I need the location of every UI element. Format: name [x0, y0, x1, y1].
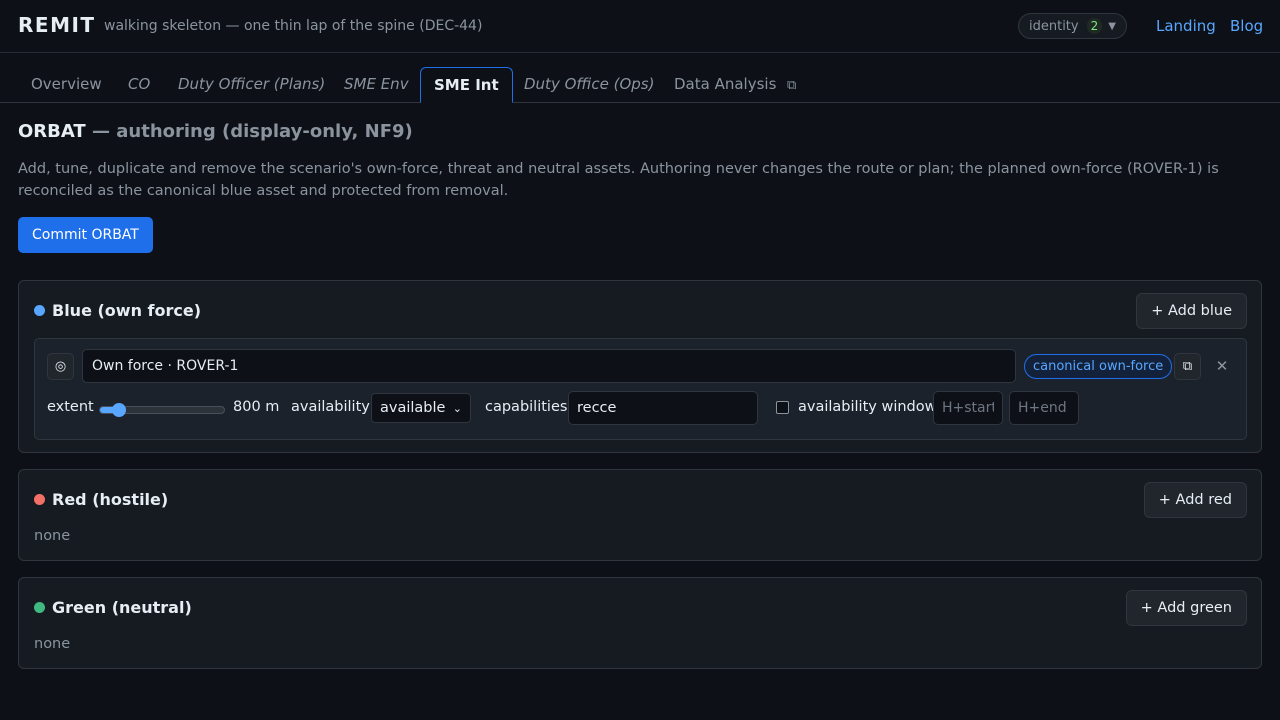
chevron-down-icon: ▼ [1108, 20, 1116, 32]
identity-menu[interactable]: identity 2 ▼ [1018, 13, 1127, 39]
identity-count-badge: 2 [1086, 18, 1103, 34]
duplicate-icon[interactable]: ⧉ [1174, 353, 1201, 380]
capabilities-input[interactable] [568, 391, 758, 425]
red-dot-icon [34, 494, 45, 505]
extent-label: extent [47, 399, 94, 415]
page-title: ORBAT — authoring (display-only, NF9) [18, 121, 413, 142]
blue-panel-title: Blue (own force) [34, 301, 201, 320]
red-panel-title-text: Red (hostile) [52, 490, 169, 509]
blue-panel-title-text: Blue (own force) [52, 301, 202, 320]
canonical-badge: canonical own-force [1024, 354, 1173, 379]
green-panel-title-text: Green (neutral) [52, 598, 192, 617]
close-icon[interactable]: ✕ [1208, 352, 1236, 380]
blue-dot-icon [34, 305, 45, 316]
tab-sme-env[interactable]: SME Env [331, 67, 422, 103]
green-panel: Green (neutral) + Add green none [18, 577, 1262, 669]
extent-slider-thumb[interactable] [111, 403, 126, 417]
green-dot-icon [34, 602, 45, 613]
blog-link[interactable]: Blog [1230, 17, 1263, 35]
window-start-input[interactable] [933, 391, 1003, 425]
add-red-button[interactable]: + Add red [1143, 482, 1247, 518]
extent-slider[interactable] [99, 403, 225, 417]
green-empty-text: none [34, 636, 71, 652]
availability-select[interactable]: available ⌄ [371, 393, 471, 423]
tab-duty-office-ops[interactable]: Duty Office (Ops) [511, 67, 667, 103]
green-panel-title: Green (neutral) [34, 598, 192, 617]
availability-selected: available [380, 400, 446, 416]
red-empty-text: none [34, 528, 71, 544]
page-title-main: ORBAT [18, 121, 86, 142]
availability-label: availability [291, 399, 370, 415]
tab-data-analysis[interactable]: Data Analysis [661, 67, 789, 103]
blue-panel: Blue (own force) + Add blue ◎ canonical … [18, 280, 1262, 453]
asset-card: ◎ canonical own-force ⧉ ✕ extent 800 m a… [34, 338, 1247, 440]
page-title-sub: — authoring (display-only, NF9) [91, 121, 413, 142]
extent-value: 800 m [233, 399, 280, 415]
commit-orbat-button[interactable]: Commit ORBAT [18, 217, 153, 253]
asset-name-input[interactable] [82, 349, 1016, 383]
availability-window-label: availability window [798, 399, 937, 415]
tab-co[interactable]: CO [115, 67, 163, 103]
window-end-input[interactable] [1009, 391, 1079, 425]
tab-overview[interactable]: Overview [18, 67, 115, 103]
app-brand: REMIT [18, 13, 96, 37]
availability-window-checkbox[interactable] [776, 401, 789, 414]
top-bar: REMIT walking skeleton — one thin lap of… [0, 0, 1280, 53]
landing-link[interactable]: Landing [1156, 17, 1216, 35]
role-tabs: Overview CO Duty Officer (Plans) SME Env… [0, 53, 1280, 103]
red-panel: Red (hostile) + Add red none [18, 469, 1262, 561]
add-blue-button[interactable]: + Add blue [1136, 293, 1247, 329]
chevron-down-icon: ⌄ [452, 401, 462, 415]
locate-icon[interactable]: ◎ [47, 353, 74, 380]
external-link-icon[interactable]: ⧉ [787, 78, 796, 93]
page-description: Add, tune, duplicate and remove the scen… [18, 161, 1219, 199]
red-panel-title: Red (hostile) [34, 490, 168, 509]
add-green-button[interactable]: + Add green [1125, 590, 1247, 626]
capabilities-label: capabilities [485, 399, 568, 415]
identity-label: identity [1029, 18, 1079, 34]
app-tagline: walking skeleton — one thin lap of the s… [104, 18, 483, 34]
tab-sme-int[interactable]: SME Int [420, 67, 513, 103]
tab-duty-officer-plans[interactable]: Duty Officer (Plans) [165, 67, 338, 103]
